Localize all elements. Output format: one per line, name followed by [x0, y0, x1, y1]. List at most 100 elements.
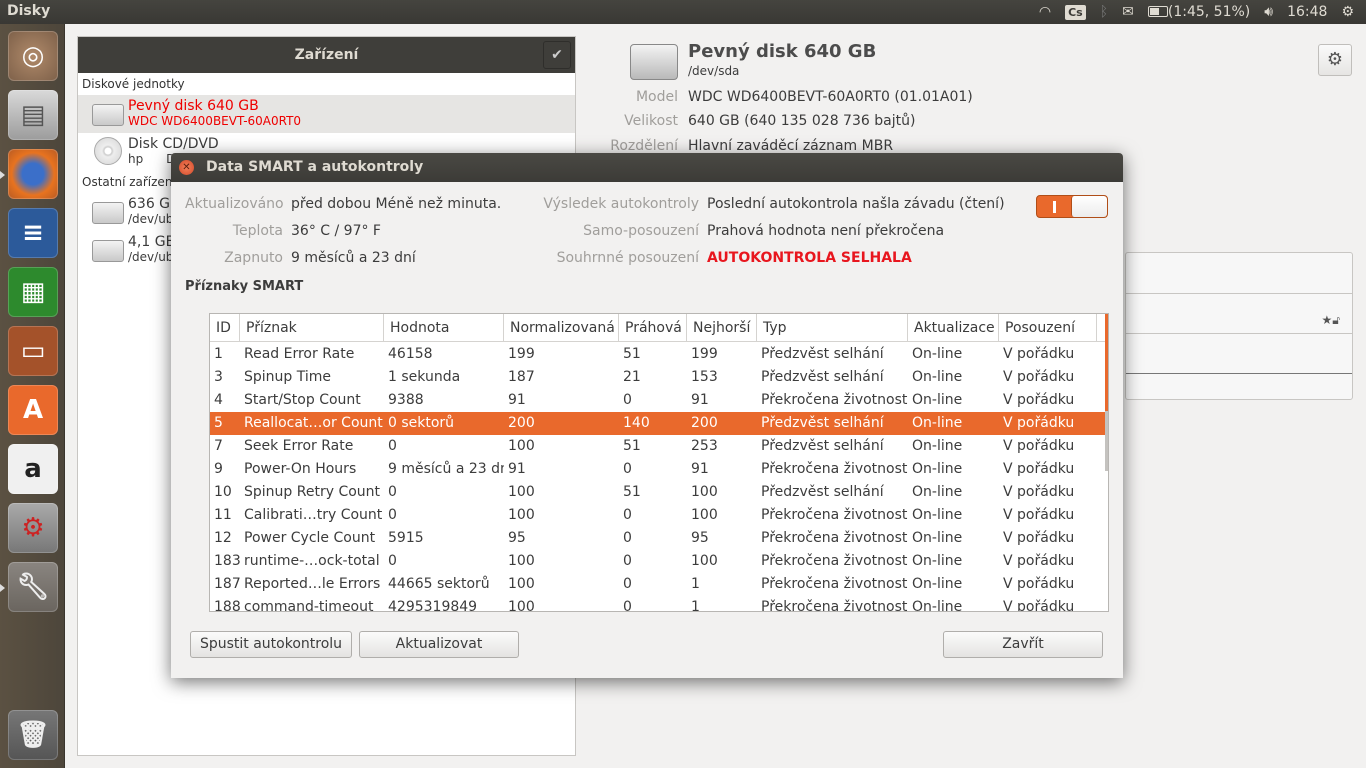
- section-disks: Diskové jednotky: [82, 77, 185, 91]
- table-row[interactable]: 10 Spinup Retry Count 0 100 51 100 Předzvěst s…: [210, 481, 1107, 504]
- bluetooth-icon[interactable]: ᛒ: [1100, 4, 1108, 20]
- table-row[interactable]: 5 Reallocat…or Count 0 sektorů 200 140 200 Pře…: [210, 412, 1107, 435]
- column-header-worst[interactable]: Nejhorší: [687, 314, 757, 341]
- cell-updates: On-line: [912, 438, 963, 454]
- table-row[interactable]: 4 Start/Stop Count 9388 91 0 91 Překročena živ…: [210, 389, 1107, 412]
- writer-icon[interactable]: ≡: [8, 208, 58, 258]
- column-header-threshold[interactable]: Práhová: [619, 314, 687, 341]
- model-label: Model: [635, 89, 678, 105]
- partitioning-label: Rozdělení: [610, 138, 678, 154]
- keyboard-layout-indicator[interactable]: Cs: [1065, 4, 1086, 20]
- close-button[interactable]: Zavřít: [943, 631, 1103, 658]
- drive-settings-button[interactable]: ⚙: [1318, 44, 1352, 76]
- table-row[interactable]: 7 Seek Error Rate 0 100 51 253 Předzvěst selhá…: [210, 435, 1107, 458]
- cell-normalized: 199: [508, 346, 535, 362]
- amazon-icon[interactable]: a: [8, 444, 58, 494]
- cell-updates: On-line: [912, 530, 963, 546]
- device-name: Disk CD/DVD: [128, 136, 219, 152]
- table-row[interactable]: 1 Read Error Rate 46158 199 51 199 Předzvěst s…: [210, 343, 1107, 366]
- cell-value: 0: [388, 507, 397, 523]
- cell-threshold: 140: [623, 415, 650, 431]
- scrollbar-indicator[interactable]: [1105, 314, 1108, 411]
- dialog-title: Data SMART a autokontroly: [206, 159, 424, 175]
- calc-icon[interactable]: ▦: [8, 267, 58, 317]
- files-icon[interactable]: ▤: [8, 90, 58, 140]
- disks-icon[interactable]: 🔧︎: [8, 562, 58, 612]
- cell-assessment: V pořádku: [1003, 392, 1075, 408]
- firefox-icon[interactable]: [8, 149, 58, 199]
- cell-attribute: Calibrati…try Count: [244, 507, 383, 523]
- table-row[interactable]: 188 command-timeout 4295319849 100 0 1 Překroč…: [210, 596, 1107, 611]
- column-header-normalized[interactable]: Normalizovaná: [504, 314, 619, 341]
- updated-label: Aktualizováno: [185, 196, 284, 212]
- close-icon[interactable]: ✕: [179, 160, 194, 175]
- cell-id: 9: [214, 461, 223, 477]
- wifi-icon[interactable]: ◠: [1039, 4, 1051, 20]
- scrollbar-thumb[interactable]: [1105, 411, 1108, 471]
- overall-label: Souhrnné posouzení: [556, 250, 699, 266]
- cell-worst: 100: [691, 507, 718, 523]
- cell-normalized: 100: [508, 507, 535, 523]
- cell-assessment: V pořádku: [1003, 461, 1075, 477]
- device-item-hdd[interactable]: Pevný disk 640 GB WDC WD6400BEVT-60A0RT0: [78, 95, 575, 133]
- table-row[interactable]: 183 runtime-…ock-total 0 100 0 100 Překročena …: [210, 550, 1107, 573]
- cell-id: 12: [214, 530, 232, 546]
- hard-disk-icon: [92, 104, 124, 126]
- hard-disk-icon: [630, 44, 678, 80]
- cell-type: Překročena životnost: [761, 576, 908, 592]
- column-header-assessment[interactable]: Posouzení: [999, 314, 1097, 341]
- refresh-button[interactable]: Aktualizovat: [359, 631, 519, 658]
- select-mode-button[interactable]: ✔: [543, 41, 571, 69]
- cell-threshold: 0: [623, 576, 632, 592]
- volumes-box: ★🔓︎: [1125, 252, 1353, 400]
- table-row[interactable]: 12 Power Cycle Count 5915 95 0 95 Překročena ž…: [210, 527, 1107, 550]
- table-row[interactable]: 3 Spinup Time 1 sekunda 187 21 153 Předzvěst s…: [210, 366, 1107, 389]
- cell-attribute: Spinup Time: [244, 369, 332, 385]
- optical-disc-icon: [94, 137, 122, 165]
- cell-updates: On-line: [912, 369, 963, 385]
- column-header-updates[interactable]: Aktualizace: [908, 314, 999, 341]
- cell-worst: 95: [691, 530, 709, 546]
- battery-indicator[interactable]: (1:45, 51%): [1147, 4, 1250, 20]
- dialog-titlebar: ✕ Data SMART a autokontroly: [171, 153, 1123, 182]
- impress-icon[interactable]: ▭: [8, 326, 58, 376]
- trash-icon[interactable]: 🗑︎: [8, 710, 58, 760]
- ubuntu-dash-icon[interactable]: ◎: [8, 31, 58, 81]
- cell-threshold: 0: [623, 507, 632, 523]
- selfassess-row: Samo-posouzení Prahová hodnota není překr…: [531, 223, 944, 239]
- battery-icon: [1147, 6, 1168, 17]
- column-header-id[interactable]: ID: [210, 314, 240, 341]
- disk-path: /dev/sda: [688, 64, 740, 78]
- device-model: WDC WD6400BEVT-60A0RT0: [128, 114, 302, 128]
- cell-value: 0: [388, 484, 397, 500]
- cell-id: 7: [214, 438, 223, 454]
- table-row[interactable]: 9 Power-On Hours 9 měsíců a 23 dní 91 0 91 Pře…: [210, 458, 1107, 481]
- smart-toggle-switch[interactable]: [1036, 195, 1108, 218]
- cell-id: 3: [214, 369, 223, 385]
- cell-attribute: Reported…le Errors: [244, 576, 381, 592]
- drive-icon: [92, 240, 124, 262]
- table-row[interactable]: 11 Calibrati…try Count 0 100 0 100 Překročena …: [210, 504, 1107, 527]
- software-center-icon[interactable]: A: [8, 385, 58, 435]
- cell-type: Překročena životnost: [761, 461, 908, 477]
- volume-icon[interactable]: 🔊︎: [1264, 4, 1273, 20]
- cell-normalized: 100: [508, 576, 535, 592]
- start-selftest-button[interactable]: Spustit autokontrolu: [190, 631, 352, 658]
- cell-normalized: 100: [508, 553, 535, 569]
- clock[interactable]: 16:48: [1287, 4, 1327, 20]
- cell-type: Předzvěst selhání: [761, 369, 884, 385]
- cell-worst: 91: [691, 461, 709, 477]
- disk-title: Pevný disk 640 GB: [688, 41, 877, 62]
- column-header-value[interactable]: Hodnota: [384, 314, 504, 341]
- cell-assessment: V pořádku: [1003, 507, 1075, 523]
- mail-icon[interactable]: ✉: [1122, 4, 1134, 20]
- cell-attribute: Power-On Hours: [244, 461, 357, 477]
- cell-updates: On-line: [912, 346, 963, 362]
- power-gear-icon[interactable]: ⚙: [1341, 4, 1354, 20]
- size-row: Velikost 640 GB (640 135 028 736 bajtů): [600, 113, 915, 129]
- table-row[interactable]: 187 Reported…le Errors 44665 sektorů 100 0 1 P…: [210, 573, 1107, 596]
- system-settings-icon[interactable]: ⚙: [8, 503, 58, 553]
- column-header-attribute[interactable]: Příznak: [240, 314, 384, 341]
- top-panel: Disky ◠ Cs ᛒ ✉ (1:45, 51%) 🔊︎ 16:48 ⚙: [0, 0, 1366, 24]
- column-header-type[interactable]: Typ: [757, 314, 908, 341]
